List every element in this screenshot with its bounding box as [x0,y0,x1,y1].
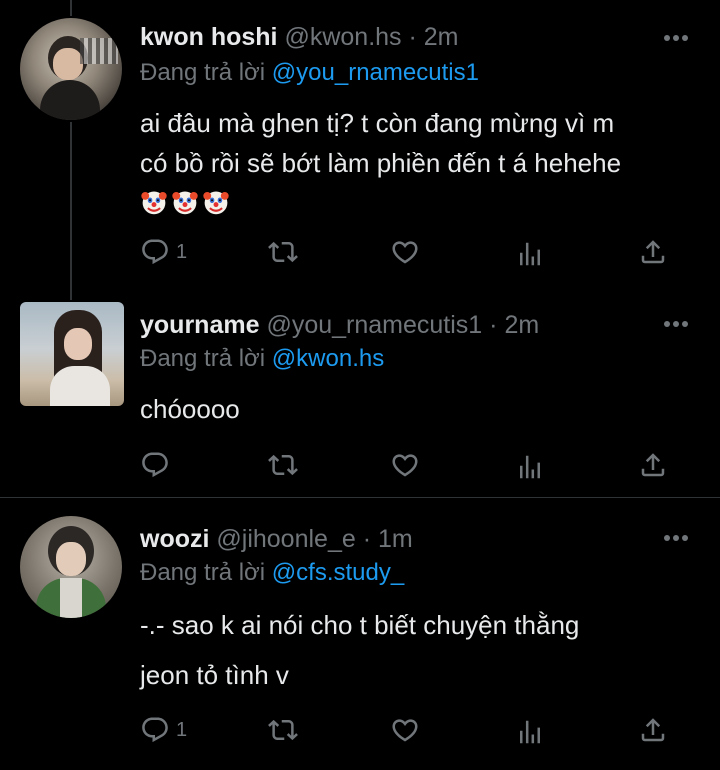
share-button[interactable] [638,450,668,480]
display-name[interactable]: yourname [140,311,259,339]
replying-to-handle[interactable]: @cfs.study_ [272,559,404,586]
handle[interactable]: @jihoonle_e [216,525,355,553]
replying-to: Đang trả lời @you_rnamecutis1 [140,57,479,89]
retweet-button[interactable] [268,715,298,745]
handle[interactable]: @kwon.hs [284,23,401,51]
views-button[interactable] [515,717,545,747]
retweet-icon [268,715,298,745]
views-icon [515,239,545,269]
share-button[interactable] [638,237,668,267]
handle[interactable]: @you_rnamecutis1 [266,311,482,339]
share-button[interactable] [638,715,668,745]
reply-count: 1 [176,718,188,741]
replying-to-label: Đang trả lời [140,345,266,372]
like-button[interactable] [390,237,420,267]
views-button[interactable] [515,452,545,482]
retweet-button[interactable] [268,237,298,267]
tweet-yourname[interactable]: yourname @you_rnamecutis1 · 2m Đang trả … [0,300,720,497]
display-name[interactable]: woozi [140,525,209,553]
tweet-header: kwon hoshi @kwon.hs · 2m [140,20,459,54]
replying-to-label: Đang trả lời [140,559,266,586]
tweet-woozi[interactable]: woozi @jihoonle_e · 1m Đang trả lời @cfs… [0,498,720,770]
timestamp[interactable]: 2m [424,23,459,51]
timestamp[interactable]: 2m [504,311,539,339]
replying-to-label: Đang trả lời [140,59,266,86]
more-icon[interactable] [664,318,692,330]
tweet-text-line: -.- sao k ai nói cho t biết chuyện thằng [140,610,580,640]
tweet-text-line: ai đâu mà ghen tị? t còn đang mừng vì m [140,108,615,138]
more-icon[interactable] [664,32,692,44]
retweet-icon [268,237,298,267]
tweet-kwon-hoshi[interactable]: kwon hoshi @kwon.hs · 2m Đang trả lời @y… [0,0,720,300]
reply-button[interactable]: 1 [140,715,187,745]
separator-dot: · [408,23,417,51]
share-icon [638,237,668,267]
clown-face-emoji [202,188,230,216]
separator-dot: · [489,311,498,339]
emoji-row [140,183,621,223]
avatar[interactable] [20,302,124,406]
like-icon [390,237,420,267]
like-button[interactable] [390,450,420,480]
display-name[interactable]: kwon hoshi [140,23,278,51]
like-button[interactable] [390,715,420,745]
views-button[interactable] [515,239,545,269]
tweet-text: chóoooo [140,392,240,426]
replying-to: Đang trả lời @cfs.study_ [140,557,404,589]
more-icon[interactable] [664,532,692,544]
reply-icon [140,450,170,480]
replying-to-handle[interactable]: @you_rnamecutis1 [272,59,479,86]
reply-count: 1 [176,240,188,263]
avatar[interactable] [20,18,122,120]
like-icon [390,715,420,745]
tweet-text-line: có bồ rồi sẽ bớt làm phiền đến t á heheh… [140,148,622,178]
clown-face-emoji [140,188,168,216]
tweet-text-line: jeon tỏ tình v [140,660,289,690]
avatar[interactable] [20,516,122,618]
clown-face-emoji [171,188,199,216]
retweet-icon [268,450,298,480]
tweet-header: woozi @jihoonle_e · 1m [140,522,413,556]
tweet-text: ai đâu mà ghen tị? t còn đang mừng vì m … [140,103,621,223]
replying-to: Đang trả lời @kwon.hs [140,343,384,375]
reply-icon [140,237,170,267]
timestamp[interactable]: 1m [378,525,413,553]
share-icon [638,715,668,745]
like-icon [390,450,420,480]
retweet-button[interactable] [268,450,298,480]
reply-button[interactable]: 1 [140,237,187,267]
share-icon [638,450,668,480]
views-icon [515,452,545,482]
tweet-text: -.- sao k ai nói cho t biết chuyện thằng… [140,600,579,700]
tweet-header: yourname @you_rnamecutis1 · 2m [140,308,539,342]
separator-dot: · [362,525,372,553]
replying-to-handle[interactable]: @kwon.hs [272,345,384,372]
reply-button[interactable] [140,450,170,480]
tweet-text-line: chóoooo [140,394,240,424]
views-icon [515,717,545,747]
reply-icon [140,715,170,745]
